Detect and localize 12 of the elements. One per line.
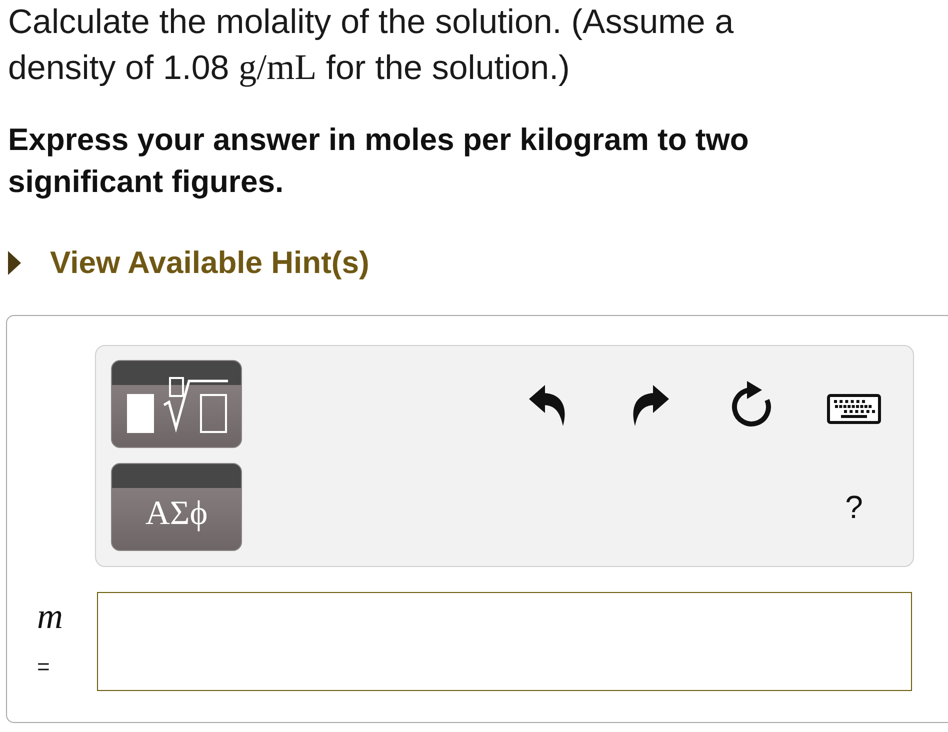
answer-field[interactable]	[97, 592, 912, 691]
templates-button[interactable]	[111, 360, 242, 448]
hints-link[interactable]: View Available Hint(s)	[8, 245, 370, 281]
greek-symbols-button[interactable]: ΑΣϕ	[111, 463, 242, 551]
redo-icon[interactable]	[631, 384, 669, 426]
question-text: Calculate the molality of the solution. (Assume a density of 1.08 g/mL for the solution.)	[8, 2, 735, 89]
undo-icon[interactable]	[529, 384, 567, 426]
keyboard-icon[interactable]	[827, 394, 881, 424]
help-button[interactable]: ?	[845, 488, 863, 526]
equals-sign: =	[37, 655, 50, 679]
instruction-text: Express your answer in moles per kilogram to two significant figures.	[8, 121, 750, 201]
variable-label: m	[37, 596, 63, 636]
